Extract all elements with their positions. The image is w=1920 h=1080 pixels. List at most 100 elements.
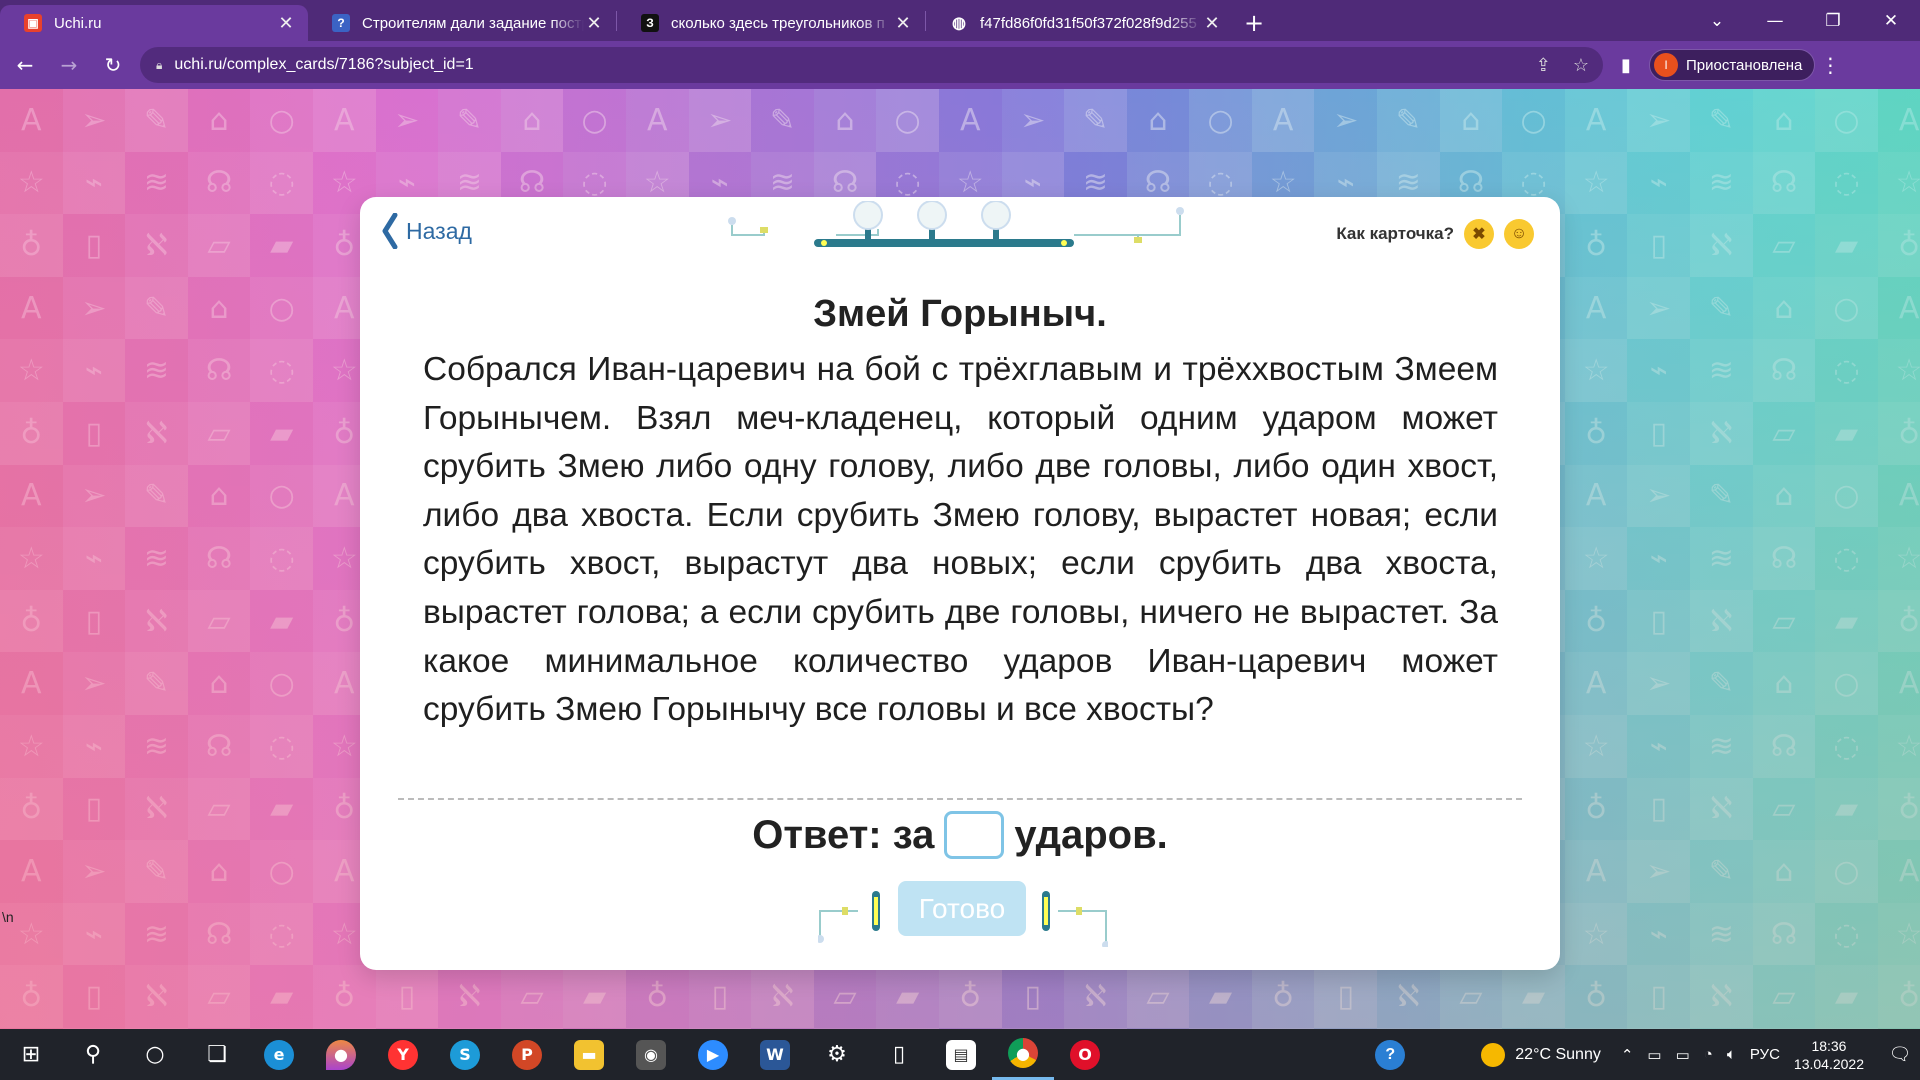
drop-app-icon[interactable]: ● <box>310 1029 372 1080</box>
background-tile: ⌁ <box>1627 714 1691 778</box>
background-tile: ♁ <box>1564 965 1628 1028</box>
volume-icon[interactable]: 🔈︎ <box>1727 1046 1736 1064</box>
windows-start-icon[interactable]: ⊞ <box>0 1029 62 1080</box>
background-tile: ♁ <box>0 589 63 653</box>
usb-device-icon[interactable]: ▯ <box>868 1029 930 1080</box>
tab-stroitelyam[interactable]: ? Строителям дали задание постр ✕ <box>308 5 616 41</box>
back-arrow-icon[interactable]: ← <box>6 46 44 84</box>
task-view-icon[interactable]: ❏ <box>186 1029 248 1080</box>
tab-image[interactable]: ◍ f47fd86f0fd31f50f372f028f9d255 ✕ <box>926 5 1234 41</box>
side-panel-icon[interactable]: ▮ <box>1609 48 1643 82</box>
answer-input[interactable] <box>944 811 1005 859</box>
restore-button[interactable]: ❐ <box>1804 0 1862 41</box>
new-tab-button[interactable]: + <box>1234 5 1274 41</box>
tab-uchi[interactable]: ▣ Uchi.ru ✕ <box>0 5 308 41</box>
close-icon[interactable]: ✕ <box>1202 13 1222 34</box>
background-tile: ▰ <box>1815 214 1878 277</box>
close-icon[interactable]: ✕ <box>584 13 604 34</box>
star-icon[interactable]: ☆ <box>1573 55 1589 76</box>
background-tile: ℵ <box>1690 965 1753 1028</box>
background-tile: ≋ <box>1690 714 1753 778</box>
edge-icon[interactable]: e <box>248 1029 310 1080</box>
background-tile: ⌂ <box>1752 840 1816 903</box>
device-icon[interactable]: ▭ <box>1647 1046 1661 1064</box>
document-icon[interactable]: ▤ <box>930 1029 992 1080</box>
background-tile: ℵ <box>1064 965 1127 1028</box>
close-icon[interactable]: ✕ <box>893 13 913 34</box>
profile-button[interactable]: I Приостановлена <box>1649 49 1816 81</box>
clock[interactable]: 18:36 13.04.2022 <box>1794 1037 1864 1073</box>
wifi-icon[interactable]: ◔ <box>1704 1046 1713 1064</box>
background-tile: ☆ <box>0 339 63 402</box>
search-icon[interactable]: ⚲ <box>62 1029 124 1080</box>
skype-icon[interactable]: S <box>434 1029 496 1080</box>
like-face-icon[interactable]: ☺ <box>1504 219 1534 249</box>
camera-icon[interactable]: ◉ <box>620 1029 682 1080</box>
file-explorer-icon[interactable]: ▬ <box>558 1029 620 1080</box>
profile-label: Приостановлена <box>1686 56 1803 74</box>
zoom-icon[interactable]: ▶ <box>682 1029 744 1080</box>
background-tile: ℵ <box>1690 401 1753 465</box>
background-tile: ▯ <box>375 965 439 1028</box>
battery-icon[interactable]: ▭ <box>1676 1046 1690 1064</box>
background-tile: ◌ <box>1815 339 1878 402</box>
background-tile: ✎ <box>125 464 188 528</box>
opera-icon[interactable]: O <box>1054 1029 1116 1080</box>
background-tile: ✎ <box>751 89 814 152</box>
chrome-icon[interactable]: ● <box>992 1029 1054 1080</box>
background-tile: A <box>0 276 63 340</box>
background-tile: ➢ <box>1627 840 1691 903</box>
background-tile: ☆ <box>0 527 63 590</box>
card-title: Змей Горыныч. <box>813 293 1107 335</box>
background-tile: ⌂ <box>1752 652 1816 715</box>
background-tile: A <box>1564 276 1628 340</box>
close-window-button[interactable]: ✕ <box>1862 0 1920 41</box>
background-tile: ☆ <box>0 714 63 778</box>
powerpoint-icon[interactable]: P <box>496 1029 558 1080</box>
background-tile: ▰ <box>250 965 313 1028</box>
language-indicator[interactable]: РУС <box>1750 1046 1780 1064</box>
done-button[interactable]: Готово <box>898 881 1026 936</box>
background-tile: ≋ <box>1690 527 1753 590</box>
background-tile: A <box>1877 840 1920 903</box>
background-tile: ≋ <box>1690 151 1753 215</box>
weather-text: 22°C Sunny <box>1515 1045 1601 1063</box>
background-tile: ▱ <box>813 965 877 1028</box>
background-tile: ➢ <box>1627 464 1691 528</box>
reload-icon[interactable]: ↻ <box>94 46 132 84</box>
background-tile: ○ <box>1502 89 1565 152</box>
dashed-divider <box>398 798 1522 800</box>
chevron-up-icon[interactable]: ⌃ <box>1621 1046 1634 1064</box>
background-tile: A <box>1877 464 1920 528</box>
back-link[interactable]: Назад <box>382 213 472 249</box>
close-icon[interactable]: ✕ <box>276 13 296 34</box>
background-tile: ▯ <box>1627 214 1691 277</box>
background-tile: ℵ <box>1690 777 1753 841</box>
help-icon[interactable]: ? <box>1359 1029 1421 1080</box>
word-icon[interactable]: W <box>744 1029 806 1080</box>
address-bar[interactable]: 🔒︎ uchi.ru/complex_cards/7186?subject_id… <box>140 47 1603 83</box>
forward-arrow-icon[interactable]: → <box>50 46 88 84</box>
background-tile: ○ <box>1815 464 1878 528</box>
share-icon[interactable]: ⇪ <box>1536 55 1551 76</box>
background-tile: ○ <box>1815 840 1878 903</box>
tab-treugolniki[interactable]: З сколько здесь треугольников п ✕ <box>617 5 925 41</box>
weather-widget[interactable]: 22°C Sunny <box>1481 1042 1601 1067</box>
lock-icon: 🔒︎ <box>156 57 163 72</box>
background-tile: ➢ <box>1627 89 1691 152</box>
background-tile: ☆ <box>1564 714 1628 778</box>
cortana-icon[interactable]: ○ <box>124 1029 186 1080</box>
stray-text: \n <box>2 909 14 925</box>
dislike-face-icon[interactable]: ✖ <box>1464 219 1494 249</box>
settings-gear-icon[interactable]: ⚙ <box>806 1029 868 1080</box>
chevron-down-icon[interactable]: ⌄ <box>1688 0 1746 41</box>
background-tile: ⌂ <box>187 652 251 715</box>
background-tile: ☊ <box>1752 714 1816 778</box>
minimize-button[interactable]: — <box>1746 0 1804 41</box>
more-menu-icon[interactable]: ⋮ <box>1815 53 1845 77</box>
notifications-icon[interactable]: 🗨︎ <box>1880 1044 1920 1065</box>
background-tile: ➢ <box>375 89 439 152</box>
background-tile: ✎ <box>1690 464 1753 528</box>
yandex-icon[interactable]: Y <box>372 1029 434 1080</box>
background-tile: ◌ <box>250 527 313 590</box>
